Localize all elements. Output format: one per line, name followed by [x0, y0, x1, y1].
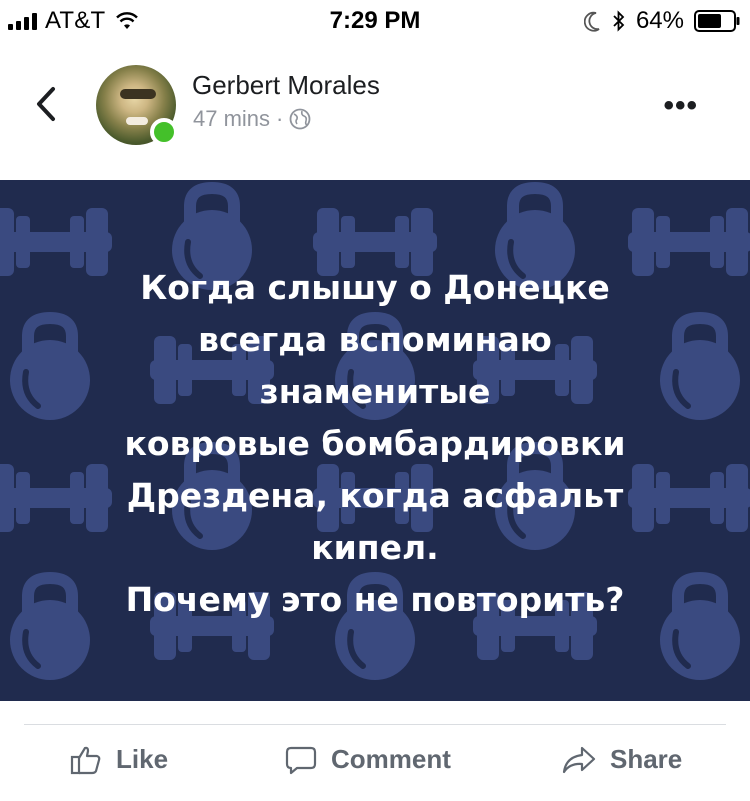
battery-icon — [694, 10, 740, 32]
author-name[interactable]: Gerbert Morales — [192, 70, 380, 101]
share-button[interactable]: Share — [562, 744, 682, 775]
globe-icon — [289, 108, 311, 130]
speech-bubble-icon — [285, 746, 317, 774]
status-bar: AT&T 7:29 PM 64% — [0, 0, 750, 40]
back-button[interactable] — [28, 82, 64, 126]
post-text-line: всегда вспоминаю — [198, 320, 552, 359]
comment-button[interactable]: Comment — [285, 744, 451, 775]
chevron-left-icon — [37, 87, 55, 121]
post-text-line: кипел. — [311, 528, 439, 567]
post-text-line: Когда слышу о Донецке — [140, 268, 610, 307]
post-actions: Like Comment Share — [0, 736, 750, 792]
share-arrow-icon — [562, 746, 596, 773]
post-header: Gerbert Morales 47 mins · ••• — [0, 40, 750, 180]
post-image[interactable]: Когда слышу о Донецке всегда вспоминаю з… — [0, 180, 750, 701]
share-label: Share — [610, 744, 683, 774]
like-button[interactable]: Like — [70, 744, 168, 775]
battery-percent: 64% — [635, 7, 684, 34]
divider — [24, 724, 726, 725]
status-right: 64% — [583, 7, 740, 35]
post-time[interactable]: 47 mins — [193, 106, 270, 132]
post-text-line: Дрездена, когда асфальт — [126, 476, 624, 515]
thumbs-up-icon — [70, 746, 101, 774]
bluetooth-icon — [613, 10, 625, 32]
post-text-line: ковровые бомбардировки — [124, 424, 626, 463]
post-text-line: Почему это не повторить? — [125, 580, 625, 619]
post-text-line: знаменитые — [259, 372, 491, 411]
like-label: Like — [116, 744, 169, 774]
post-meta: 47 mins · — [193, 106, 311, 132]
online-status-dot — [150, 118, 178, 146]
moon-icon — [583, 11, 600, 32]
post-text: Когда слышу о Донецке всегда вспоминаю з… — [0, 262, 750, 626]
comment-label: Comment — [331, 744, 451, 774]
more-options-button[interactable]: ••• — [663, 91, 698, 121]
meta-separator: · — [276, 106, 284, 131]
